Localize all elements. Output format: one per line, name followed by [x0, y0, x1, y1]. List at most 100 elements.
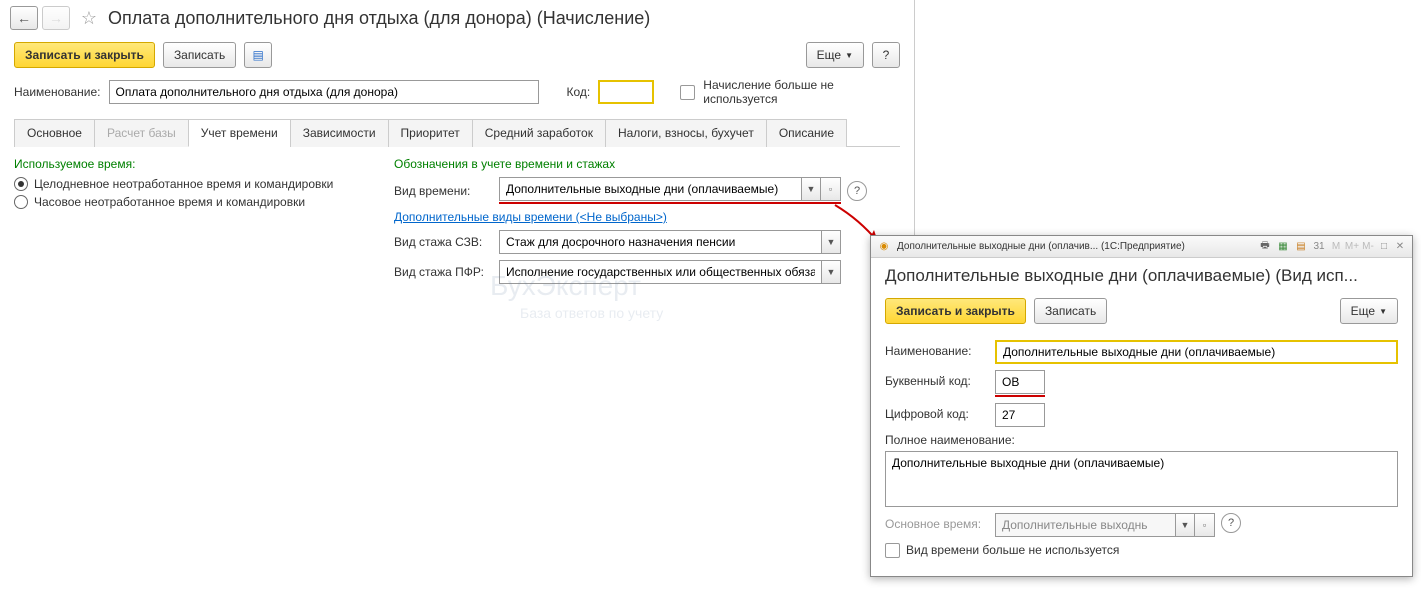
szv-combo[interactable]: ▼	[499, 230, 841, 254]
chevron-down-icon: ▼	[827, 237, 836, 247]
list-icon: ▤	[253, 48, 264, 62]
sub-not-used-checkbox[interactable]	[885, 543, 900, 558]
pfr-row: Вид стажа ПФР: ▼	[394, 260, 900, 284]
open-icon: ▫	[829, 184, 832, 194]
m-plus-button[interactable]: M+	[1344, 240, 1360, 254]
radio-hourly-label: Часовое неотработанное время и командиро…	[34, 195, 305, 209]
sub-name-row: Наименование:	[885, 340, 1398, 364]
sub-main-time-open-button[interactable]: ▫	[1195, 513, 1215, 537]
sub-letter-code-input[interactable]	[995, 370, 1045, 394]
tab-content: Используемое время: Целодневное неотрабо…	[0, 147, 914, 300]
code-label: Код:	[567, 85, 591, 99]
designations-section-label: Обозначения в учете времени и стажах	[394, 157, 900, 171]
sub-titlebar-text: Дополнительные выходные дни (оплачив... …	[893, 241, 1256, 252]
sub-main-time-label: Основное время:	[885, 513, 995, 531]
favorite-star-icon[interactable]: ☆	[78, 7, 100, 29]
tab-tax[interactable]: Налоги, взносы, бухучет	[605, 119, 767, 147]
time-type-row: Вид времени: ▼ ▫ ?	[394, 177, 900, 204]
szv-row: Вид стажа СЗВ: ▼	[394, 230, 900, 254]
time-type-open-button[interactable]: ▫	[821, 177, 841, 201]
name-label: Наименование:	[14, 85, 101, 99]
help-button[interactable]: ?	[872, 42, 900, 68]
time-type-label: Вид времени:	[394, 184, 499, 198]
sub-full-name-textarea[interactable]	[885, 451, 1398, 507]
name-row: Наименование: Код: Начисление больше не …	[0, 74, 914, 110]
time-type-input[interactable]	[499, 177, 801, 201]
watermark-sub: База ответов по учету	[520, 305, 663, 321]
chevron-down-icon: ▼	[827, 267, 836, 277]
radio-full-day-row[interactable]: Целодневное неотработанное время и коман…	[14, 177, 394, 191]
sub-title: Дополнительные выходные дни (оплачиваемы…	[871, 258, 1412, 294]
main-window: ← → ☆ Оплата дополнительного дня отдыха …	[0, 0, 915, 300]
sub-save-button[interactable]: Записать	[1034, 298, 1107, 324]
not-used-checkbox[interactable]	[680, 85, 695, 100]
right-column: Обозначения в учете времени и стажах Вид…	[394, 157, 900, 290]
chevron-down-icon: ▼	[845, 51, 853, 60]
tab-base[interactable]: Расчет базы	[94, 119, 189, 147]
calc-icon[interactable]: ▤	[1294, 240, 1308, 254]
tab-desc[interactable]: Описание	[766, 119, 847, 147]
szv-dropdown-button[interactable]: ▼	[821, 230, 841, 254]
sub-not-used-label: Вид времени больше не используется	[906, 543, 1119, 557]
radio-hourly-row[interactable]: Часовое неотработанное время и командиро…	[14, 195, 394, 209]
additional-types-link[interactable]: Дополнительные виды времени (<Не выбраны…	[394, 210, 667, 224]
grid-icon[interactable]: ▦	[1276, 240, 1290, 254]
tab-priority[interactable]: Приоритет	[388, 119, 473, 147]
sub-full-name-row: Полное наименование:	[885, 433, 1398, 507]
sub-main-time-dropdown-button[interactable]: ▼	[1175, 513, 1195, 537]
m-button[interactable]: M	[1328, 240, 1344, 254]
pfr-input[interactable]	[499, 260, 821, 284]
left-column: Используемое время: Целодневное неотрабо…	[14, 157, 394, 290]
sub-letter-code-label: Буквенный код:	[885, 370, 995, 388]
sub-titlebar: ◉ Дополнительные выходные дни (оплачив..…	[871, 236, 1412, 258]
used-time-section-label: Используемое время:	[14, 157, 394, 171]
back-button[interactable]: ←	[10, 6, 38, 30]
maximize-button[interactable]: □	[1376, 240, 1392, 254]
sub-save-close-button[interactable]: Записать и закрыть	[885, 298, 1026, 324]
sub-name-input[interactable]	[995, 340, 1398, 364]
sub-num-code-input[interactable]	[995, 403, 1045, 427]
app-icon: ◉	[877, 240, 891, 254]
sub-toolbar: Записать и закрыть Записать Еще▼	[885, 294, 1398, 334]
tab-avg[interactable]: Средний заработок	[472, 119, 606, 147]
sub-main-time-input	[995, 513, 1175, 537]
close-button[interactable]: ✕	[1392, 240, 1408, 254]
sub-main-time-row: Основное время: ▼ ▫ ?	[885, 513, 1398, 537]
tab-time[interactable]: Учет времени	[188, 119, 291, 147]
radio-hourly[interactable]	[14, 195, 28, 209]
sub-main-time-combo[interactable]: ▼ ▫	[995, 513, 1215, 537]
sub-num-code-row: Цифровой код:	[885, 403, 1398, 427]
forward-button[interactable]: →	[42, 6, 70, 30]
pfr-combo[interactable]: ▼	[499, 260, 841, 284]
radio-full-day[interactable]	[14, 177, 28, 191]
tab-main[interactable]: Основное	[14, 119, 95, 147]
save-button[interactable]: Записать	[163, 42, 236, 68]
tab-deps[interactable]: Зависимости	[290, 119, 389, 147]
radio-full-day-label: Целодневное неотработанное время и коман…	[34, 177, 333, 191]
sub-letter-code-row: Буквенный код:	[885, 370, 1398, 397]
code-input[interactable]	[598, 80, 654, 104]
more-button[interactable]: Еще▼	[806, 42, 864, 68]
time-type-help-button[interactable]: ?	[847, 181, 867, 201]
szv-input[interactable]	[499, 230, 821, 254]
calendar-icon[interactable]: 31	[1312, 240, 1326, 254]
sub-more-button[interactable]: Еще▼	[1340, 298, 1398, 324]
name-input[interactable]	[109, 80, 539, 104]
chevron-down-icon: ▼	[1181, 520, 1190, 530]
page-title: Оплата дополнительного дня отдыха (для д…	[108, 8, 650, 29]
not-used-label: Начисление больше не используется	[703, 78, 863, 106]
sub-window: ◉ Дополнительные выходные дни (оплачив..…	[870, 235, 1413, 577]
save-close-button[interactable]: Записать и закрыть	[14, 42, 155, 68]
m-minus-button[interactable]: M-	[1360, 240, 1376, 254]
time-type-dropdown-button[interactable]: ▼	[801, 177, 821, 201]
list-icon-button[interactable]: ▤	[244, 42, 272, 68]
sub-num-code-label: Цифровой код:	[885, 403, 995, 421]
sub-name-label: Наименование:	[885, 340, 995, 358]
pfr-dropdown-button[interactable]: ▼	[821, 260, 841, 284]
sub-main-time-help-button[interactable]: ?	[1221, 513, 1241, 533]
time-type-combo[interactable]: ▼ ▫	[499, 177, 841, 204]
tabs: Основное Расчет базы Учет времени Зависи…	[14, 118, 900, 147]
chevron-down-icon: ▼	[1379, 307, 1387, 316]
szv-label: Вид стажа СЗВ:	[394, 235, 499, 249]
print-icon[interactable]: 🖶	[1258, 240, 1272, 254]
